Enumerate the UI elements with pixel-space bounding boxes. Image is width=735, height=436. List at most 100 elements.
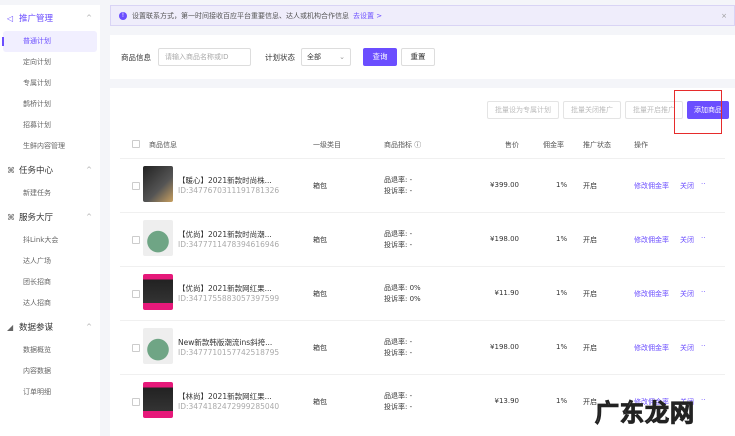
table-row: New新款韩版潮流ins斜挎... ID:3477710157742518795… [120,320,725,374]
watermark: 广东龙网 [595,399,695,428]
sidebar-item[interactable]: 定向计划 [3,52,97,73]
product-thumbnail [143,328,173,364]
banner-settings-link[interactable]: 去设置 > [353,11,382,21]
chevron-up-icon: ^ [86,14,92,22]
category: 箱包 [313,182,327,190]
header-actions: 操作 [634,141,648,149]
complaint-rate: 投诉率: - [384,403,413,411]
close-icon[interactable]: × [721,12,727,20]
chevron-up-icon: ^ [86,213,92,221]
header-price: 售价 [505,141,519,149]
complaint-rate: 投诉率: - [384,349,413,357]
grid-icon: ⌘ [7,212,15,222]
sidebar-item[interactable]: 抖Link大会 [3,230,97,251]
more-icon[interactable]: ·· [701,234,705,242]
product-thumbnail [143,382,173,418]
sidebar-group[interactable]: ◢ 数据参谋 ^ [0,314,100,340]
close-link[interactable]: 关闭 [680,289,694,299]
reset-button[interactable]: 重置 [401,48,435,66]
table-row: 【优尚】2021新款时尚潮... ID:3477711478394616946 … [120,212,725,266]
close-link[interactable]: 关闭 [680,181,694,191]
promotion-status: 开启 [583,182,597,190]
product-name[interactable]: 【林尚】2021新款网红果... [178,391,272,402]
product-thumbnail [143,166,173,202]
refund-rate: 品退率: - [384,338,413,346]
table-row: 【暖心】2021新款时尚株... ID:3477670311191781326 … [120,158,725,212]
grid-icon: ⌘ [7,165,15,175]
sidebar-item[interactable]: 达人招商 [3,293,97,314]
status-label: 计划状态 [265,52,295,62]
chevron-up-icon: ^ [86,323,92,331]
refund-rate: 品退率: - [384,392,413,400]
row-checkbox[interactable] [132,290,140,298]
notice-banner: ! 设置联系方式，第一时间接收百应平台重要信息、达人或机构合作信息 去设置 > … [110,5,735,26]
edit-commission-link[interactable]: 修改佣金率 [634,343,669,353]
product-name[interactable]: 【优尚】2021新款时尚潮... [178,229,272,240]
complaint-rate: 投诉率: - [384,187,413,195]
more-icon[interactable]: ·· [701,342,705,350]
chevron-up-icon: ^ [86,166,92,174]
row-checkbox[interactable] [132,236,140,244]
category: 箱包 [313,290,327,298]
refund-rate: 品退率: - [384,176,413,184]
query-button[interactable]: 查询 [363,48,397,66]
more-icon[interactable]: ·· [701,180,705,188]
commission-rate: 1% [556,289,568,297]
edit-commission-link[interactable]: 修改佣金率 [634,289,669,299]
product-name[interactable]: 【暖心】2021新款时尚株... [178,175,272,186]
product-name[interactable]: 【优尚】2021新款网红果... [178,283,272,294]
sidebar-item[interactable]: 达人广场 [3,251,97,272]
product-label: 商品信息 [121,52,151,62]
highlight-box [674,90,722,134]
commission-rate: 1% [556,343,568,351]
row-checkbox[interactable] [132,398,140,406]
commission-rate: 1% [556,181,568,189]
status-select[interactable]: 全部 ⌄ [301,48,351,66]
row-checkbox[interactable] [132,344,140,352]
sidebar-group-label: 推广管理 [19,14,54,24]
commission-rate: 1% [556,397,568,405]
product-id: ID:3477711478394616946 [178,240,280,249]
close-link[interactable]: 关闭 [680,235,694,245]
edit-commission-link[interactable]: 修改佣金率 [634,235,669,245]
product-search-input[interactable]: 请输入商品名称或ID [158,48,251,66]
sidebar-group[interactable]: ◁ 推广管理 ^ [0,5,100,31]
close-link[interactable]: 关闭 [680,343,694,353]
price: ¥198.00 [490,235,519,243]
status-select-value: 全部 [307,53,321,61]
sidebar-item[interactable]: 招募计划 [3,115,97,136]
banner-text: 设置联系方式，第一时间接收百应平台重要信息、达人或机构合作信息 [132,11,349,20]
promotion-status: 开启 [583,236,597,244]
sidebar-group[interactable]: ⌘ 服务大厅 ^ [0,204,100,230]
price: ¥11.90 [494,289,520,297]
sidebar-group[interactable]: ⌘ 任务中心 ^ [0,157,100,183]
filter-bar: 商品信息 请输入商品名称或ID 计划状态 全部 ⌄ 查询 重置 [110,35,735,79]
sidebar-item[interactable]: 新建任务 [3,183,97,204]
select-all-checkbox[interactable] [132,140,140,148]
sidebar-item[interactable]: 数据概览 [3,340,97,361]
batch-close-button[interactable]: 批量关闭推广 [563,101,621,119]
sidebar-group-label: 任务中心 [19,166,54,176]
more-icon[interactable]: ·· [701,288,705,296]
edit-commission-link[interactable]: 修改佣金率 [634,181,669,191]
sidebar-item[interactable]: 订单明细 [3,382,97,403]
header-product: 商品信息 [149,141,177,149]
price: ¥13.90 [494,397,520,405]
sidebar-item[interactable]: 生鲜内容管理 [3,136,97,157]
sidebar-item[interactable]: 普通计划 [2,31,97,52]
product-id: ID:3477710157742518795 [178,348,280,357]
product-id: ID:3477670311191781326 [178,186,280,195]
sidebar-item[interactable]: 内容数据 [3,361,97,382]
sidebar-item[interactable]: 鹊桥计划 [3,94,97,115]
product-name[interactable]: New新款韩版潮流ins斜挎... [178,337,272,348]
promotion-status: 开启 [583,344,597,352]
price: ¥198.00 [490,343,519,351]
sidebar-item[interactable]: 团长招商 [3,272,97,293]
header-metrics: 商品指标 ⓘ [384,141,422,149]
header-status: 推广状态 [583,141,611,149]
price: ¥399.00 [490,181,519,189]
sidebar-item[interactable]: 专属计划 [3,73,97,94]
more-icon[interactable]: ·· [701,396,705,404]
batch-exclusive-button[interactable]: 批量设为专属计划 [487,101,559,119]
row-checkbox[interactable] [132,182,140,190]
